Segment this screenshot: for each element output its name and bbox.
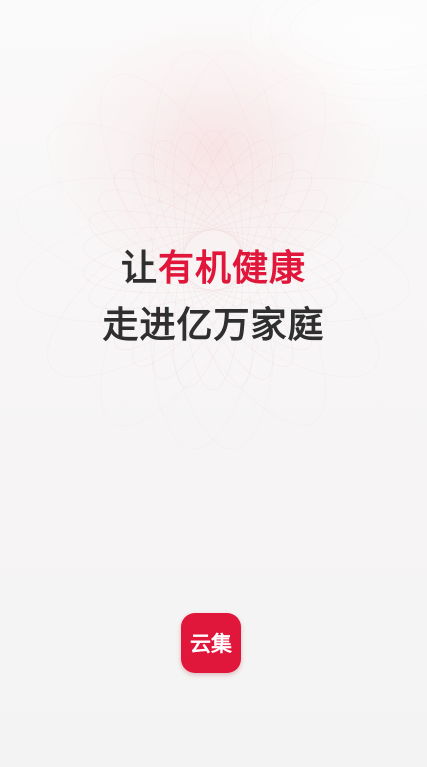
app-logo-text: 云集 (190, 632, 232, 656)
headline-prefix: 让 (120, 248, 158, 289)
headline-line-2: 走进亿万家庭 (102, 305, 325, 346)
app-logo: 云集 (181, 613, 241, 673)
headline-highlight: 有机健康 (158, 248, 307, 289)
headline-line-1: 让有机健康 (0, 247, 427, 291)
